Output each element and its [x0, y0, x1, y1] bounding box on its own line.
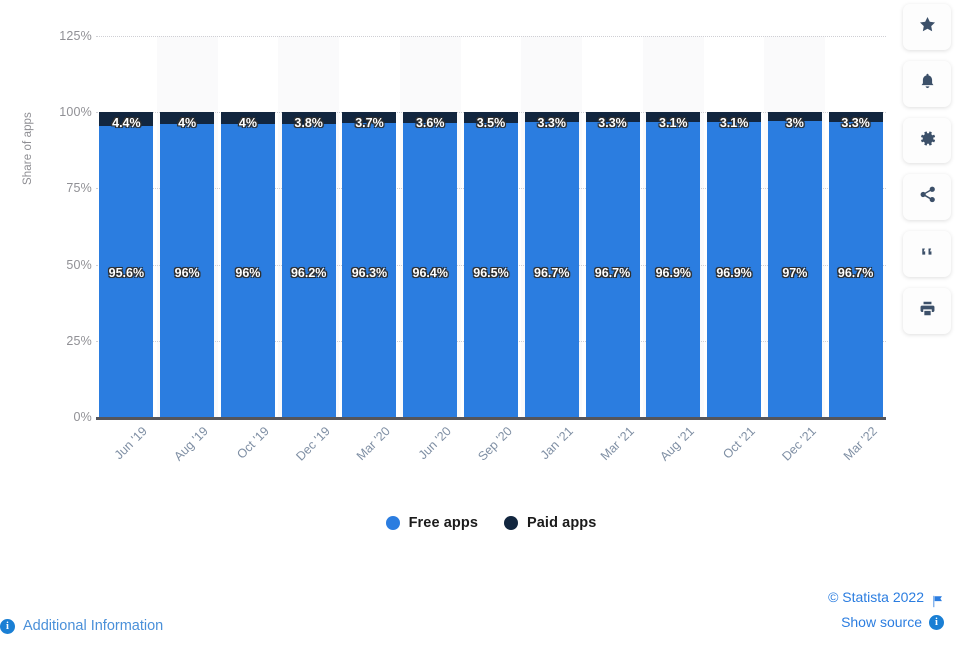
info-icon: i — [0, 618, 15, 634]
bell-icon — [918, 72, 937, 96]
bar-stack[interactable]: 3.3% 96.7% — [585, 112, 640, 417]
bar-segment-free[interactable] — [828, 122, 883, 417]
bar-segment-free[interactable] — [524, 122, 579, 417]
legend-label: Free apps — [408, 515, 478, 531]
bell-button[interactable] — [903, 60, 951, 107]
quote-button[interactable] — [903, 231, 951, 278]
y-tick-label: 100% — [59, 105, 92, 120]
star-button[interactable] — [903, 4, 951, 50]
chart-column[interactable]: 3.3% 96.7% — [825, 36, 886, 417]
bar-segment-free[interactable] — [463, 122, 518, 417]
chart-container: Share of apps 0% 25% 50% 75% 100% 125% 4.4% 95… — [0, 0, 890, 531]
legend-color-swatch — [504, 516, 518, 530]
bar-segment-paid[interactable] — [403, 112, 458, 124]
bar-segment-free[interactable] — [220, 124, 275, 417]
bar-segment-free[interactable] — [403, 123, 458, 417]
flag-icon[interactable] — [931, 591, 944, 608]
chart-column[interactable]: 4% 96% — [218, 36, 279, 417]
chart-column[interactable]: 3.1% 96.9% — [704, 36, 765, 417]
additional-information-label: Additional Information — [23, 618, 164, 634]
bar-stack[interactable]: 3.7% 96.3% — [342, 112, 397, 417]
bar-segment-free[interactable] — [342, 123, 397, 417]
quote-icon — [918, 242, 937, 266]
bar-stack[interactable]: 3.1% 96.9% — [646, 112, 701, 417]
show-source-label: Show source — [841, 614, 922, 630]
bar-segment-paid[interactable] — [160, 112, 215, 125]
bar-stack[interactable]: 3.3% 96.7% — [524, 112, 579, 417]
chart-column[interactable]: 3.1% 96.9% — [643, 36, 704, 417]
additional-information-link[interactable]: i Additional Information — [0, 612, 163, 640]
bar-stack[interactable]: 4% 96% — [220, 112, 275, 417]
show-source-row[interactable]: Show source i — [828, 610, 944, 635]
y-tick-label: 50% — [66, 257, 92, 272]
y-tick-label: 125% — [59, 29, 92, 43]
bar-segment-paid[interactable] — [342, 112, 397, 124]
share-icon — [918, 185, 937, 209]
legend-item[interactable]: Paid apps — [504, 515, 596, 531]
chart-column[interactable]: 4% 96% — [157, 36, 218, 417]
copyright-label: © Statista 2022 — [828, 589, 924, 605]
right-action-sidebar — [894, 0, 960, 334]
bar-segment-paid[interactable] — [281, 112, 336, 124]
chart-legend: Free apps Paid apps — [96, 508, 886, 538]
print-icon — [918, 299, 937, 323]
bar-segment-paid[interactable] — [463, 112, 518, 123]
bar-segment-free[interactable] — [585, 122, 640, 417]
bar-stack[interactable]: 3.8% 96.2% — [281, 112, 336, 417]
bar-segment-free[interactable] — [99, 125, 154, 417]
chart-column[interactable]: 3.8% 96.2% — [278, 36, 339, 417]
plot-area: 4.4% 95.6% 4% 96% 4% 96% 3.8% 96.2% 3.7% 96.3% 3.6… — [96, 36, 886, 418]
star-icon — [918, 15, 937, 39]
info-icon-source: i — [929, 615, 944, 630]
gear-button[interactable] — [903, 117, 951, 164]
bar-segment-paid[interactable] — [220, 112, 275, 125]
bar-stack[interactable]: 3.3% 96.7% — [828, 112, 883, 417]
bar-stack[interactable]: 4.4% 95.6% — [99, 112, 154, 417]
chart-column[interactable]: 3.3% 96.7% — [582, 36, 643, 417]
bar-segment-paid[interactable] — [585, 112, 640, 123]
x-axis-tick-labels: Jun '19 Aug '19 Oct '19 Dec '19 Mar '20 Jun '… — [96, 420, 886, 490]
bar-stack[interactable]: 3% 97% — [767, 112, 822, 417]
bar-stack[interactable]: 3.5% 96.5% — [463, 112, 518, 417]
legend-item[interactable]: Free apps — [385, 515, 478, 531]
chart-column[interactable]: 3.5% 96.5% — [461, 36, 522, 417]
chart-column[interactable]: 3.6% 96.4% — [400, 36, 461, 417]
copyright-row: © Statista 2022 — [828, 585, 944, 610]
bar-segment-free[interactable] — [281, 123, 336, 417]
y-tick-label: 75% — [66, 181, 92, 196]
bar-segment-paid[interactable] — [707, 112, 762, 122]
footer-meta: © Statista 2022 Show source i — [828, 585, 944, 635]
legend-label: Paid apps — [527, 515, 597, 531]
legend-color-swatch — [385, 516, 400, 530]
bar-segment-free[interactable] — [707, 121, 762, 417]
bar-segment-free[interactable] — [646, 121, 701, 417]
chart-column[interactable]: 3.7% 96.3% — [339, 36, 400, 417]
y-axis-tick-labels: 0% 25% 50% 75% 100% 125% — [20, 0, 92, 500]
chart-column[interactable]: 3.3% 96.7% — [521, 36, 582, 417]
bar-segment-paid[interactable] — [646, 112, 701, 122]
chart-column[interactable]: 3% 97% — [764, 36, 825, 417]
bar-stack[interactable]: 3.6% 96.4% — [403, 112, 458, 417]
y-tick-label: 25% — [66, 333, 92, 348]
bar-segment-paid[interactable] — [828, 112, 883, 123]
chart-column[interactable]: 4.4% 95.6% — [96, 36, 157, 417]
share-button[interactable] — [903, 174, 951, 221]
print-button[interactable] — [903, 288, 951, 334]
gear-icon — [918, 129, 937, 153]
bar-segment-paid[interactable] — [524, 112, 579, 123]
bar-segment-free[interactable] — [767, 121, 822, 417]
bar-segment-free[interactable] — [160, 124, 215, 417]
bar-segment-paid[interactable] — [767, 112, 822, 122]
bar-stack[interactable]: 3.1% 96.9% — [707, 112, 762, 417]
y-tick-label: 0% — [73, 410, 92, 424]
bar-segment-paid[interactable] — [99, 112, 154, 126]
bar-stack[interactable]: 4% 96% — [160, 112, 215, 417]
